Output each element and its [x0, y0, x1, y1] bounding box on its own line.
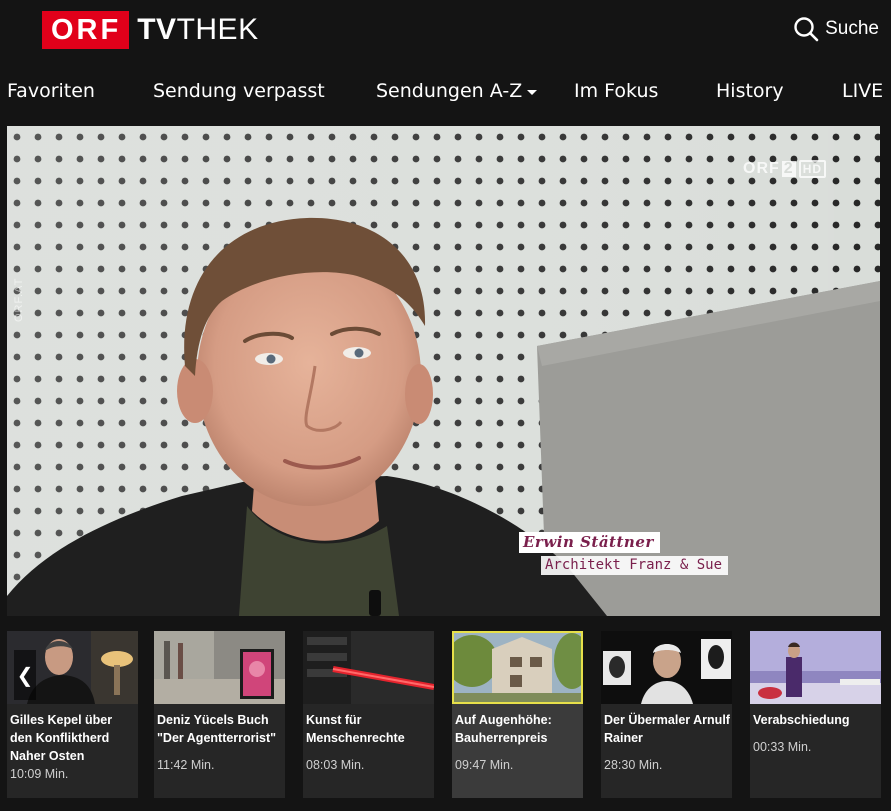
thumbnail	[154, 631, 285, 704]
logo-thek: THEK	[176, 13, 259, 46]
playlist-item-duration: 11:42 Min.	[157, 758, 215, 772]
lower-third-role: Architekt Franz & Sue	[541, 556, 729, 575]
nav-item-label: Favoriten	[7, 80, 95, 102]
channel-logo-text: ORF	[743, 160, 780, 177]
logo-tv: TV	[137, 13, 177, 46]
playlist-item-duration: 28:30 Min.	[604, 758, 663, 772]
playlist-item-title: Deniz Yücels Buch "Der Agentterrorist" 1…	[157, 711, 283, 774]
nav-item-label: Sendungen A-Z	[376, 80, 523, 102]
search-label: Suche	[825, 18, 879, 39]
lower-third-name: Erwin Stättner	[519, 532, 660, 553]
thumbnail	[303, 631, 434, 704]
nav-item-label: History	[716, 80, 784, 102]
nav-item-label: LIVE	[842, 80, 884, 102]
playlist-item-duration: 09:47 Min.	[455, 758, 514, 772]
playlist-item[interactable]: ❮ Gilles Kepel über den Konfliktherd Nah…	[7, 631, 138, 798]
nav-item-label: Sendung verpasst	[153, 80, 325, 102]
nav-item-im-fokus[interactable]: Im Fokus	[574, 80, 658, 102]
nav-item-label: Im Fokus	[574, 80, 659, 102]
playlist-item[interactable]: Der Übermaler Arnulf Rainer 28:30 Min.	[601, 631, 732, 798]
thumbnail	[452, 631, 583, 704]
playlist-item-title: Kunst für Menschenrechte 08:03 Min.	[306, 711, 432, 774]
playlist-item-title: Der Übermaler Arnulf Rainer 28:30 Min.	[604, 713, 730, 772]
playlist-item-title: Auf Augenhöhe: Bauherrenpreis 09:47 Min.	[455, 711, 581, 774]
playlist-item[interactable]: Verabschiedung 00:33 Min.	[750, 631, 881, 798]
video-frame	[7, 126, 880, 616]
main-nav: Favoriten Sendung verpasst Sendungen A-Z…	[0, 62, 891, 124]
nav-item-history[interactable]: History	[716, 80, 784, 102]
nav-item-favoriten[interactable]: Favoriten	[7, 80, 95, 102]
search-button[interactable]: Suche	[793, 16, 879, 42]
thumbnail	[750, 631, 881, 704]
channel-number: 2	[781, 160, 796, 177]
logo-orf: ORF	[42, 11, 130, 49]
header: ORF TV THEK Suche	[0, 0, 891, 62]
channel-logo: ORF 2 HD	[743, 160, 827, 178]
playlist-item-duration: 00:33 Min.	[753, 740, 812, 754]
nav-item-sendungen-a-z[interactable]: Sendungen A-Z	[376, 80, 538, 102]
watermark: ORF.AT	[13, 277, 25, 322]
playlist-item-title: Gilles Kepel über den Konfliktherd Naher…	[10, 711, 136, 783]
search-icon	[794, 17, 819, 42]
playlist-item[interactable]: Kunst für Menschenrechte 08:03 Min.	[303, 631, 434, 798]
nav-item-live[interactable]: LIVE	[842, 80, 883, 102]
playlist-item-active[interactable]: Auf Augenhöhe: Bauherrenpreis 09:47 Min.	[452, 631, 583, 798]
playlist-item-title: Verabschiedung 00:33 Min.	[753, 711, 879, 756]
playlist-item-duration: 08:03 Min.	[306, 758, 365, 772]
playlist-item-duration: 10:09 Min.	[10, 767, 69, 781]
playlist-strip: ❮ Gilles Kepel über den Konfliktherd Nah…	[0, 628, 891, 798]
video-player[interactable]: ORF 2 HD ORF.AT Erwin Stättner Architekt…	[7, 126, 880, 616]
prev-arrow-button[interactable]: ❮	[14, 650, 36, 700]
orf-tvthek-logo[interactable]: ORF TV THEK	[42, 11, 259, 49]
caret-down-icon	[527, 89, 538, 95]
playlist-item[interactable]: Deniz Yücels Buch "Der Agentterrorist" 1…	[154, 631, 285, 798]
thumbnail	[601, 631, 732, 704]
nav-item-sendung-verpasst[interactable]: Sendung verpasst	[153, 80, 325, 102]
channel-quality: HD	[798, 160, 827, 178]
